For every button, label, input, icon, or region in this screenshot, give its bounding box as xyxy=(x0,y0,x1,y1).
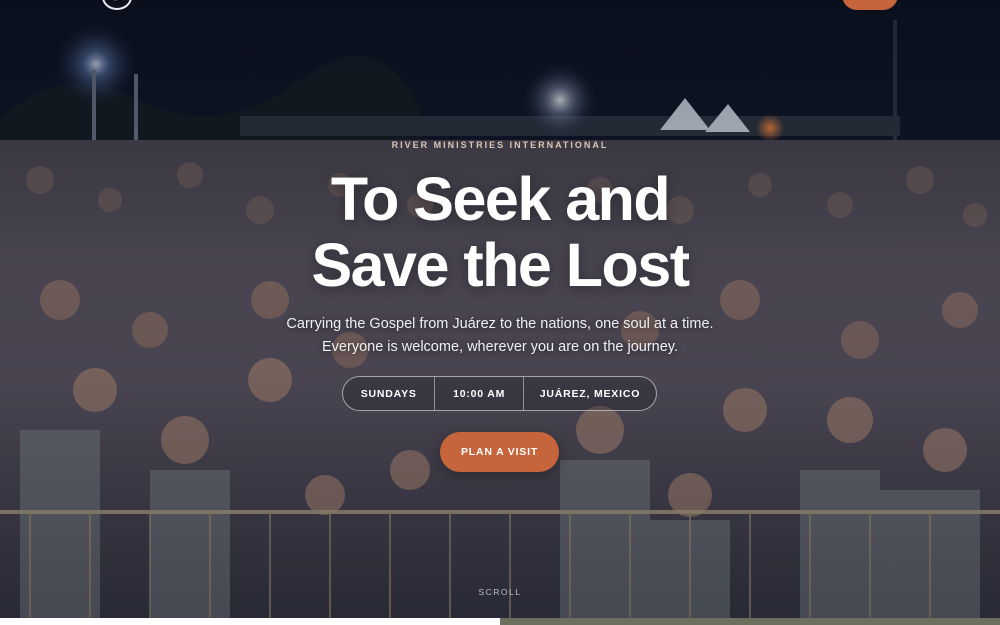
hero-eyebrow: RIVER MINISTRIES INTERNATIONAL xyxy=(391,140,609,150)
service-location: JUÁREZ, MEXICO xyxy=(539,387,641,400)
hero-overlay xyxy=(0,0,1000,618)
hero-subtitle: Carrying the Gospel from Juárez to the n… xyxy=(0,313,1000,359)
hero-title-line-1: To Seek and xyxy=(330,165,671,233)
service-day: SUNDAYS xyxy=(360,387,417,400)
next-section-left xyxy=(0,618,500,625)
next-section-image xyxy=(500,618,1000,625)
nav-brand-partial[interactable] xyxy=(146,0,266,2)
service-info-pill: SUNDAYS 10:00 AM JUÁREZ, MEXICO xyxy=(342,376,657,411)
hero-title-line-2: Save the Lost xyxy=(311,231,690,299)
hero-section: RIVER MINISTRIES INTERNATIONAL To Seek a… xyxy=(0,0,1000,618)
hero-title: To Seek and Save the Lost xyxy=(0,166,1000,298)
hero-subtitle-line-2: Everyone is welcome, wherever you are on… xyxy=(322,339,678,355)
scroll-indicator[interactable]: SCROLL xyxy=(0,587,1000,597)
hero-subtitle-line-1: Carrying the Gospel from Juárez to the n… xyxy=(286,316,714,332)
service-time: 10:00 AM xyxy=(453,387,506,400)
plan-a-visit-button[interactable]: PLAN A VISIT xyxy=(440,432,559,472)
